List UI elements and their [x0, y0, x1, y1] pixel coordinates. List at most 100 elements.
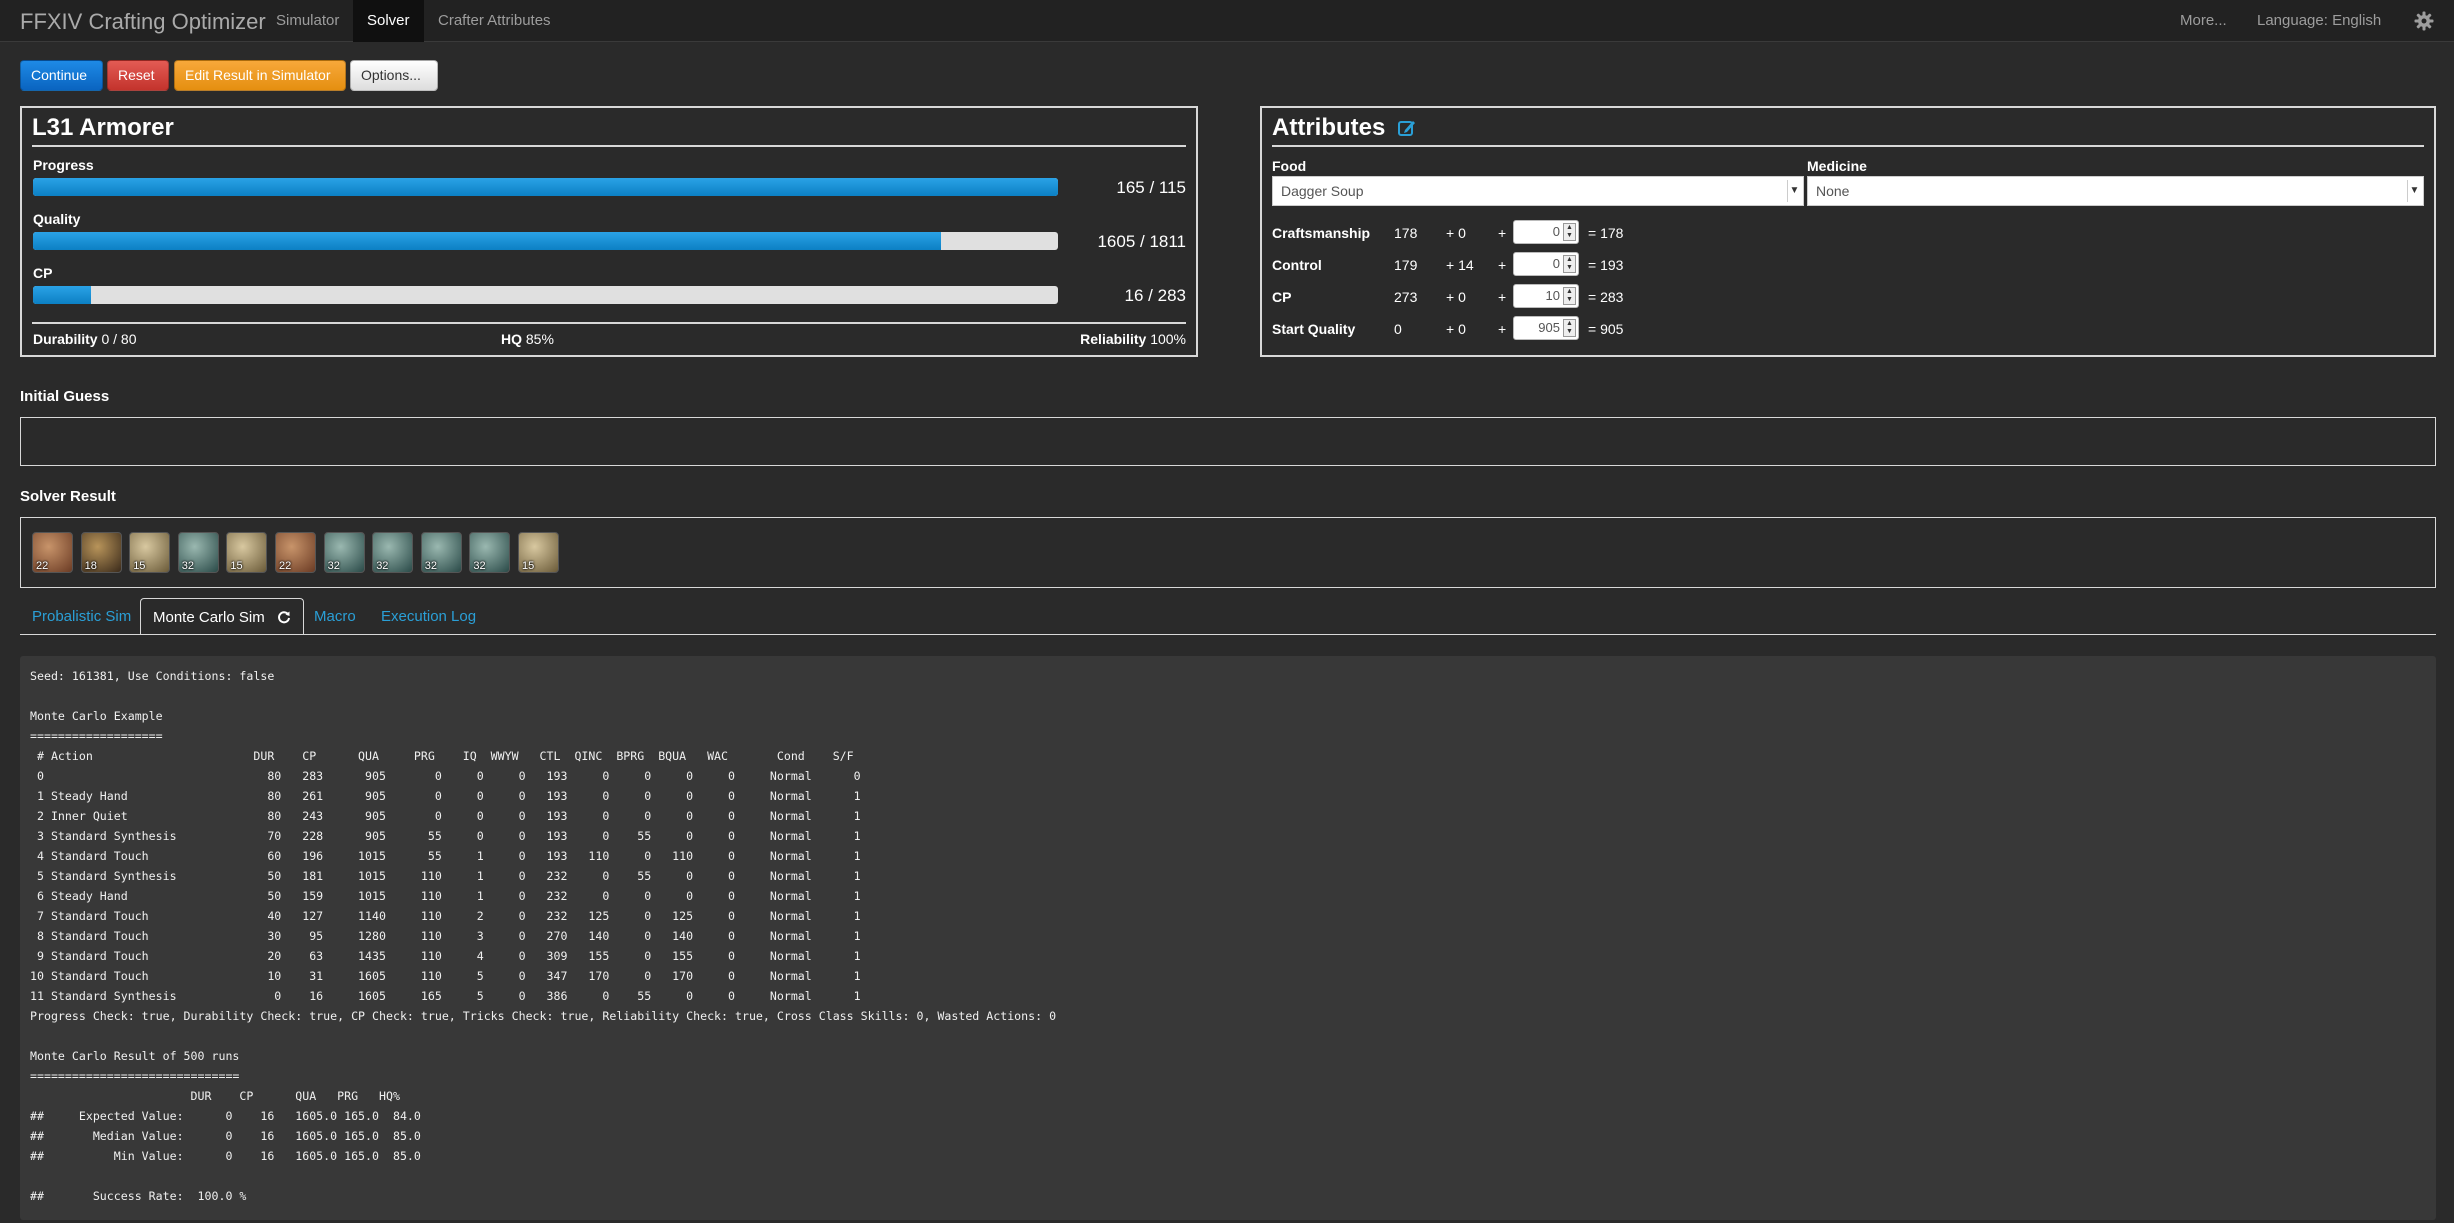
standard-touch-icon[interactable]: 32: [323, 532, 365, 573]
attr-cp-base: 273: [1394, 289, 1418, 305]
quality-bar: [33, 232, 1058, 250]
edit-icon[interactable]: [1398, 119, 1416, 137]
attr-start-quality-label: Start Quality: [1272, 321, 1356, 337]
standard-touch-icon[interactable]: 32: [372, 532, 414, 573]
solver-result-label: Solver Result: [20, 488, 116, 505]
attr-start-quality-input-value: 905: [1538, 320, 1560, 335]
attr-craftsmanship-label: Craftsmanship: [1272, 225, 1371, 241]
medicine-label: Medicine: [1807, 158, 1867, 174]
steady-hand-icon[interactable]: 22: [32, 532, 73, 573]
attr-cp-total: = 283: [1588, 289, 1624, 305]
initial-guess-label: Initial Guess: [20, 388, 110, 405]
progress-bar: [33, 178, 1058, 196]
options-button[interactable]: Options...: [350, 60, 438, 91]
standard-synthesis-icon[interactable]: 15: [518, 532, 559, 573]
quality-label: Quality: [33, 211, 81, 227]
reliability-label: Reliability: [1080, 331, 1147, 347]
spinner-icon[interactable]: ▲ ▼: [1563, 319, 1576, 337]
status-divider: [32, 322, 1186, 324]
progress-label: Progress: [33, 157, 94, 173]
attr-cp-bonus: + 0: [1446, 289, 1466, 305]
attr-plus-sign: +: [1498, 225, 1507, 241]
skill-level: 15: [133, 560, 146, 572]
skill-level: 32: [181, 560, 195, 572]
inner-quiet-icon[interactable]: 18: [80, 532, 122, 573]
attributes-title-text: Attributes: [1272, 114, 1386, 141]
standard-synthesis-icon[interactable]: 15: [129, 532, 171, 573]
cp-bar-fill: [33, 286, 91, 304]
reliability-status: Reliability 100%: [1080, 331, 1186, 347]
attr-plus-sign: +: [1498, 321, 1507, 337]
quality-bar-fill: [33, 232, 942, 250]
attr-start-quality-base: 0: [1394, 321, 1402, 337]
food-select-value: Dagger Soup: [1281, 183, 1364, 199]
medicine-select[interactable]: None ▼: [1807, 176, 2424, 206]
recipe-panel: L31 Armorer Progress 165 / 115 Quality 1…: [20, 106, 1198, 357]
durability-value: 0 / 80: [101, 331, 137, 347]
edit-in-simulator-button[interactable]: Edit Result in Simulator: [174, 60, 346, 91]
hq-label: HQ: [501, 331, 522, 347]
food-select[interactable]: Dagger Soup ▼: [1272, 176, 1804, 206]
nav-crafter-attributes[interactable]: Crafter Attributes: [424, 0, 565, 42]
attr-control-input[interactable]: 0 ▲ ▼: [1513, 252, 1579, 276]
attr-start-quality-total: = 905: [1588, 321, 1624, 337]
nav-more[interactable]: More...: [2166, 0, 2241, 42]
nav-solver[interactable]: Solver: [353, 0, 424, 42]
spinner-icon[interactable]: ▲ ▼: [1563, 255, 1576, 273]
attr-craftsmanship-input-value: 0: [1552, 224, 1560, 239]
skill-level: 32: [376, 560, 389, 572]
durability-status: Durability 0 / 80: [33, 331, 137, 347]
chevron-down-icon: ▼: [1787, 180, 1801, 202]
standard-synthesis-icon[interactable]: 15: [226, 532, 268, 573]
spinner-icon[interactable]: ▲ ▼: [1563, 223, 1576, 241]
attr-craftsmanship-input[interactable]: 0 ▲ ▼: [1513, 220, 1579, 244]
gear-icon[interactable]: [2414, 11, 2434, 31]
attr-cp-label: CP: [1272, 289, 1292, 305]
attr-control-total: = 193: [1588, 257, 1624, 273]
standard-touch-icon[interactable]: 32: [469, 532, 511, 573]
attr-control-input-value: 0: [1552, 256, 1560, 271]
attr-cp-input-value: 10: [1545, 288, 1560, 303]
attr-plus-sign: +: [1498, 257, 1507, 273]
medicine-select-value: None: [1816, 183, 1850, 199]
standard-touch-icon[interactable]: 32: [177, 532, 219, 573]
attr-plus-sign: +: [1498, 289, 1507, 305]
language-selector[interactable]: Language: English: [2243, 0, 2395, 42]
attr-control-bonus: + 14: [1446, 257, 1474, 273]
skill-level: 22: [279, 560, 292, 572]
standard-touch-icon[interactable]: 32: [420, 532, 462, 573]
tab-execution-log[interactable]: Execution Log: [369, 598, 488, 635]
skill-level: 32: [424, 560, 438, 572]
reset-button[interactable]: Reset: [107, 60, 169, 91]
tab-macro[interactable]: Macro: [302, 598, 368, 635]
skill-level: 32: [327, 560, 340, 572]
skill-level: 15: [522, 560, 535, 572]
tab-probabilistic-sim[interactable]: Probalistic Sim: [20, 598, 143, 635]
nav-simulator[interactable]: Simulator: [262, 0, 353, 42]
chevron-down-icon: ▼: [2407, 180, 2421, 202]
attr-control-label: Control: [1272, 257, 1322, 273]
attr-control-base: 179: [1394, 257, 1418, 273]
steady-hand-icon[interactable]: 22: [275, 532, 316, 573]
recipe-title: L31 Armorer: [32, 114, 1186, 147]
attr-start-quality-input[interactable]: 905 ▲ ▼: [1513, 316, 1579, 340]
app-brand[interactable]: FFXIV Crafting Optimizer: [20, 9, 266, 35]
cp-label: CP: [33, 265, 53, 281]
progress-bar-fill: [33, 178, 1058, 196]
quality-value: 1605 / 1811: [1097, 232, 1186, 251]
attr-start-quality-bonus: + 0: [1446, 321, 1466, 337]
attr-craftsmanship-bonus: + 0: [1446, 225, 1466, 241]
refresh-icon[interactable]: [277, 610, 291, 624]
hq-status: HQ 85%: [501, 331, 554, 347]
attr-cp-input[interactable]: 10 ▲ ▼: [1513, 284, 1579, 308]
initial-guess-box[interactable]: [20, 417, 2436, 466]
spinner-icon[interactable]: ▲ ▼: [1563, 287, 1576, 305]
tab-monte-carlo-sim[interactable]: Monte Carlo Sim: [140, 598, 304, 635]
durability-label: Durability: [33, 331, 98, 347]
tab-divider: [20, 634, 2436, 635]
skill-level: 18: [84, 560, 97, 572]
cp-value: 16 / 283: [1124, 286, 1186, 305]
attributes-title: Attributes: [1272, 114, 2424, 147]
attr-craftsmanship-base: 178: [1394, 225, 1418, 241]
continue-button[interactable]: Continue: [20, 60, 103, 91]
